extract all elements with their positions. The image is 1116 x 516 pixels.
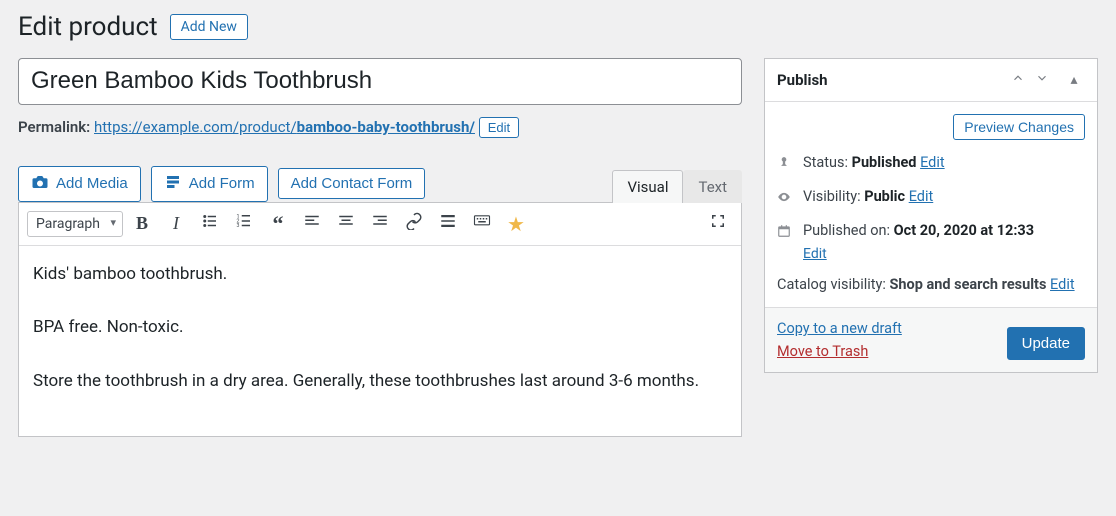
visibility-edit-link[interactable]: Edit	[909, 188, 934, 205]
copy-to-draft-link[interactable]: Copy to a new draft	[777, 320, 902, 337]
readmore-button[interactable]	[433, 209, 463, 239]
number-list-icon: 123	[235, 212, 253, 235]
published-on-value: Oct 20, 2020 at 12:33	[894, 222, 1034, 239]
align-right-button[interactable]	[365, 209, 395, 239]
pin-icon	[777, 156, 793, 174]
content-paragraph: Store the toothbrush in a dry area. Gene…	[33, 369, 727, 395]
italic-button[interactable]: I	[161, 209, 191, 239]
status-value: Published	[852, 154, 917, 171]
permalink-edit-button[interactable]: Edit	[479, 117, 519, 138]
quote-icon: “	[272, 211, 283, 237]
add-new-button[interactable]: Add New	[170, 14, 248, 40]
star-icon: ★	[507, 212, 525, 236]
catalog-edit-link[interactable]: Edit	[1050, 276, 1075, 293]
bold-button[interactable]: B	[127, 209, 157, 239]
permalink-label: Permalink:	[18, 118, 90, 136]
content-paragraph: Kids' bamboo toothbrush.	[33, 262, 727, 288]
content-paragraph: BPA free. Non-toxic.	[33, 315, 727, 341]
chevron-up-icon	[1011, 71, 1025, 89]
tab-text[interactable]: Text	[683, 170, 742, 203]
preview-changes-button[interactable]: Preview Changes	[953, 114, 1085, 140]
status-edit-link[interactable]: Edit	[920, 154, 945, 171]
align-center-button[interactable]	[331, 209, 361, 239]
link-button[interactable]	[399, 209, 429, 239]
move-down-button[interactable]	[1031, 69, 1053, 91]
page-title: Edit product	[18, 12, 158, 42]
catalog-value: Shop and search results	[890, 276, 1047, 293]
bullet-list-icon	[201, 212, 219, 235]
published-edit-link[interactable]: Edit	[803, 246, 827, 262]
move-up-button[interactable]	[1007, 69, 1029, 91]
align-right-icon	[371, 212, 389, 235]
align-left-icon	[303, 212, 321, 235]
editor-toolbar: Paragraph B I 123 “	[19, 203, 741, 246]
number-list-button[interactable]: 123	[229, 209, 259, 239]
link-icon	[405, 212, 423, 235]
move-to-trash-link[interactable]: Move to Trash	[777, 343, 902, 360]
editor-content[interactable]: Kids' bamboo toothbrush. BPA free. Non-t…	[19, 246, 741, 436]
align-center-icon	[337, 212, 355, 235]
readmore-icon	[439, 212, 457, 235]
toggle-box-button[interactable]: ▴	[1063, 69, 1085, 91]
add-media-label: Add Media	[56, 175, 128, 192]
publish-box-title: Publish	[777, 71, 828, 89]
align-left-button[interactable]	[297, 209, 327, 239]
visibility-value: Public	[864, 188, 905, 205]
form-icon	[164, 173, 182, 195]
product-title-input[interactable]	[18, 58, 742, 105]
published-on-label: Published on:	[803, 222, 890, 239]
fullscreen-button[interactable]	[703, 209, 733, 239]
tab-visual[interactable]: Visual	[612, 170, 683, 203]
keyboard-icon	[472, 212, 492, 235]
caret-up-icon: ▴	[1070, 72, 1077, 88]
editor-box: Paragraph B I 123 “	[18, 202, 742, 437]
svg-text:3: 3	[236, 223, 239, 229]
favorite-button[interactable]: ★	[501, 209, 531, 239]
add-media-button[interactable]: Add Media	[18, 166, 141, 202]
add-form-label: Add Form	[189, 175, 255, 192]
add-form-button[interactable]: Add Form	[151, 166, 268, 202]
publish-box: Publish ▴ Preview Changes Status:	[764, 58, 1098, 373]
add-contact-form-button[interactable]: Add Contact Form	[278, 168, 426, 199]
chevron-down-icon	[1035, 71, 1049, 89]
visibility-label: Visibility:	[803, 188, 861, 205]
eye-icon	[777, 190, 793, 208]
add-contact-form-label: Add Contact Form	[291, 175, 413, 192]
format-select[interactable]: Paragraph	[27, 211, 123, 237]
toolbar-toggle-button[interactable]	[467, 209, 497, 239]
permalink-url[interactable]: https://example.com/product/bamboo-baby-…	[94, 118, 475, 136]
status-label: Status:	[803, 154, 848, 171]
camera-icon	[31, 173, 49, 195]
blockquote-button[interactable]: “	[263, 209, 293, 239]
fullscreen-icon	[709, 212, 727, 235]
update-button[interactable]: Update	[1007, 327, 1085, 360]
calendar-icon	[777, 224, 793, 242]
bullet-list-button[interactable]	[195, 209, 225, 239]
catalog-label: Catalog visibility:	[777, 276, 886, 293]
